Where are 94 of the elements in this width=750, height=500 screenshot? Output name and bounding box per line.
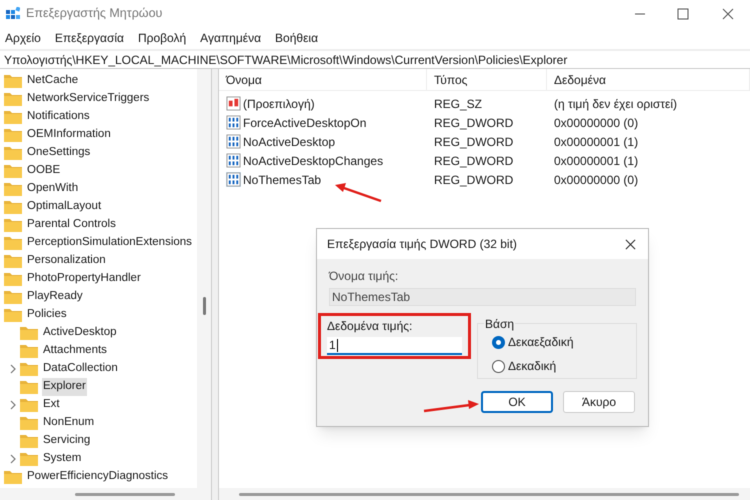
- expand-icon[interactable]: [8, 454, 18, 464]
- folder-icon: [20, 362, 38, 376]
- value-name[interactable]: ForceActiveDesktopOn: [243, 114, 366, 132]
- menu-item[interactable]: Αγαπημένα: [200, 29, 262, 47]
- scrollbar[interactable]: [0, 488, 211, 500]
- folder-icon: [4, 290, 22, 304]
- value-name-field: NoThemesTab: [329, 288, 636, 306]
- tree-item[interactable]: OpenWith: [26, 180, 80, 198]
- table-cell: REG_DWORD: [434, 154, 514, 168]
- folder-icon: [20, 380, 38, 394]
- folder-icon: [20, 398, 38, 412]
- scrollbar[interactable]: [197, 69, 211, 488]
- value-name[interactable]: NoThemesTab: [243, 170, 322, 188]
- tree-item[interactable]: Ext: [42, 396, 61, 414]
- folder-icon: [4, 470, 22, 484]
- menu-item[interactable]: Επεξεργασία: [54, 29, 124, 47]
- arrow: [422, 398, 480, 414]
- table-cell: 0x00000001 (1): [554, 134, 638, 148]
- table-cell: REG_DWORD: [434, 134, 514, 148]
- column-header[interactable]: Όνομα: [226, 70, 262, 88]
- window-title: Επεξεργαστής Μητρώου: [26, 5, 162, 22]
- table-cell: REG_SZ: [434, 96, 482, 110]
- tree-item[interactable]: Policies: [26, 306, 68, 324]
- tree-item[interactable]: ActiveDesktop: [42, 324, 118, 342]
- folder-icon: [4, 146, 22, 160]
- address-bar[interactable]: Υπολογιστής\HKEY_LOCAL_MACHINE\SOFTWARE\Microsoft\Windows\CurrentVersion\Policies\Explorer: [0, 51, 750, 69]
- tree-item[interactable]: OOBE: [26, 162, 62, 180]
- close-icon[interactable]: [722, 8, 734, 20]
- folder-icon: [20, 452, 38, 466]
- table-cell: 0x00000000 (0): [554, 116, 638, 130]
- folder-icon: [4, 182, 22, 196]
- folder-icon: [4, 218, 22, 232]
- folder-icon: [4, 74, 22, 88]
- tree-item[interactable]: NetCache: [26, 72, 80, 90]
- folder-icon: [20, 326, 38, 340]
- value-name[interactable]: NoActiveDesktop: [243, 132, 336, 150]
- menu-item[interactable]: Αρχείο: [5, 29, 41, 47]
- column-header[interactable]: Τύπος: [434, 70, 468, 88]
- folder-icon: [4, 272, 22, 286]
- expand-icon[interactable]: [8, 364, 18, 374]
- menu-item[interactable]: Βοήθεια: [275, 29, 318, 47]
- field-label: Δεδομένα τιμής:: [327, 318, 414, 335]
- folder-icon: [4, 110, 22, 124]
- folder-icon: [4, 92, 22, 106]
- value-data-field[interactable]: 1: [327, 337, 462, 355]
- table-cell: REG_DWORD: [434, 172, 514, 186]
- maximize-icon[interactable]: [677, 8, 689, 20]
- tree-item[interactable]: NetworkServiceTriggers: [26, 90, 150, 108]
- menu-item[interactable]: Προβολή: [138, 29, 186, 47]
- tree-item[interactable]: System: [42, 450, 82, 468]
- tree-item[interactable]: Parental Controls: [26, 216, 117, 234]
- radio-label[interactable]: Δεκαεξαδική: [508, 333, 574, 351]
- table-cell: 0x00000001 (1): [554, 154, 638, 168]
- tree-item[interactable]: NonEnum: [42, 414, 96, 432]
- tree-item[interactable]: OEMInformation: [26, 126, 112, 144]
- folder-icon: [4, 236, 22, 250]
- radio-button[interactable]: [492, 336, 505, 348]
- registry-icon: [6, 6, 20, 20]
- cancel-button[interactable]: Άκυρο: [563, 391, 635, 413]
- folder-icon: [4, 308, 22, 322]
- radio-label[interactable]: Δεκαδική: [508, 357, 556, 375]
- tree-item[interactable]: PhotoPropertyHandler: [26, 270, 142, 288]
- field-label: Όνομα τιμής:: [329, 268, 400, 285]
- dialog-title: Επεξεργασία τιμής DWORD (32 bit): [327, 236, 517, 253]
- tree-item[interactable]: OneSettings: [26, 144, 92, 162]
- table-cell: REG_DWORD: [434, 116, 514, 130]
- folder-icon: [4, 200, 22, 214]
- scrollbar[interactable]: [219, 488, 750, 500]
- tree-item[interactable]: PowerEfficiencyDiagnostics: [26, 468, 170, 486]
- table-cell: 0x00000000 (0): [554, 172, 638, 186]
- folder-icon: [4, 164, 22, 178]
- value-name[interactable]: (Προεπιλογή): [243, 94, 315, 112]
- tree-item[interactable]: PlayReady: [26, 288, 84, 306]
- tree-item[interactable]: Servicing: [42, 432, 92, 450]
- tree-item[interactable]: Personalization: [26, 252, 107, 270]
- column-header[interactable]: Δεδομένα: [554, 70, 606, 88]
- folder-icon: [20, 434, 38, 448]
- tree-item[interactable]: OptimalLayout: [26, 198, 102, 216]
- folder-icon: [4, 128, 22, 142]
- ok-button[interactable]: OK: [481, 391, 553, 413]
- tree-item[interactable]: PerceptionSimulationExtensions: [26, 234, 193, 252]
- expand-icon[interactable]: [8, 400, 18, 410]
- arrow: [333, 180, 383, 204]
- close-icon[interactable]: [625, 238, 636, 250]
- tree-item[interactable]: DataCollection: [42, 360, 119, 378]
- tree-item[interactable]: Attachments: [42, 342, 108, 360]
- table-cell: (η τιμή δεν έχει οριστεί): [554, 96, 678, 110]
- tree-item[interactable]: Notifications: [26, 108, 91, 126]
- tree-item[interactable]: Explorer: [42, 378, 87, 396]
- folder-icon: [20, 344, 38, 358]
- folder-icon: [4, 254, 22, 268]
- value-name[interactable]: NoActiveDesktopChanges: [243, 152, 384, 170]
- radio-button[interactable]: [492, 360, 505, 372]
- folder-icon: [20, 416, 38, 430]
